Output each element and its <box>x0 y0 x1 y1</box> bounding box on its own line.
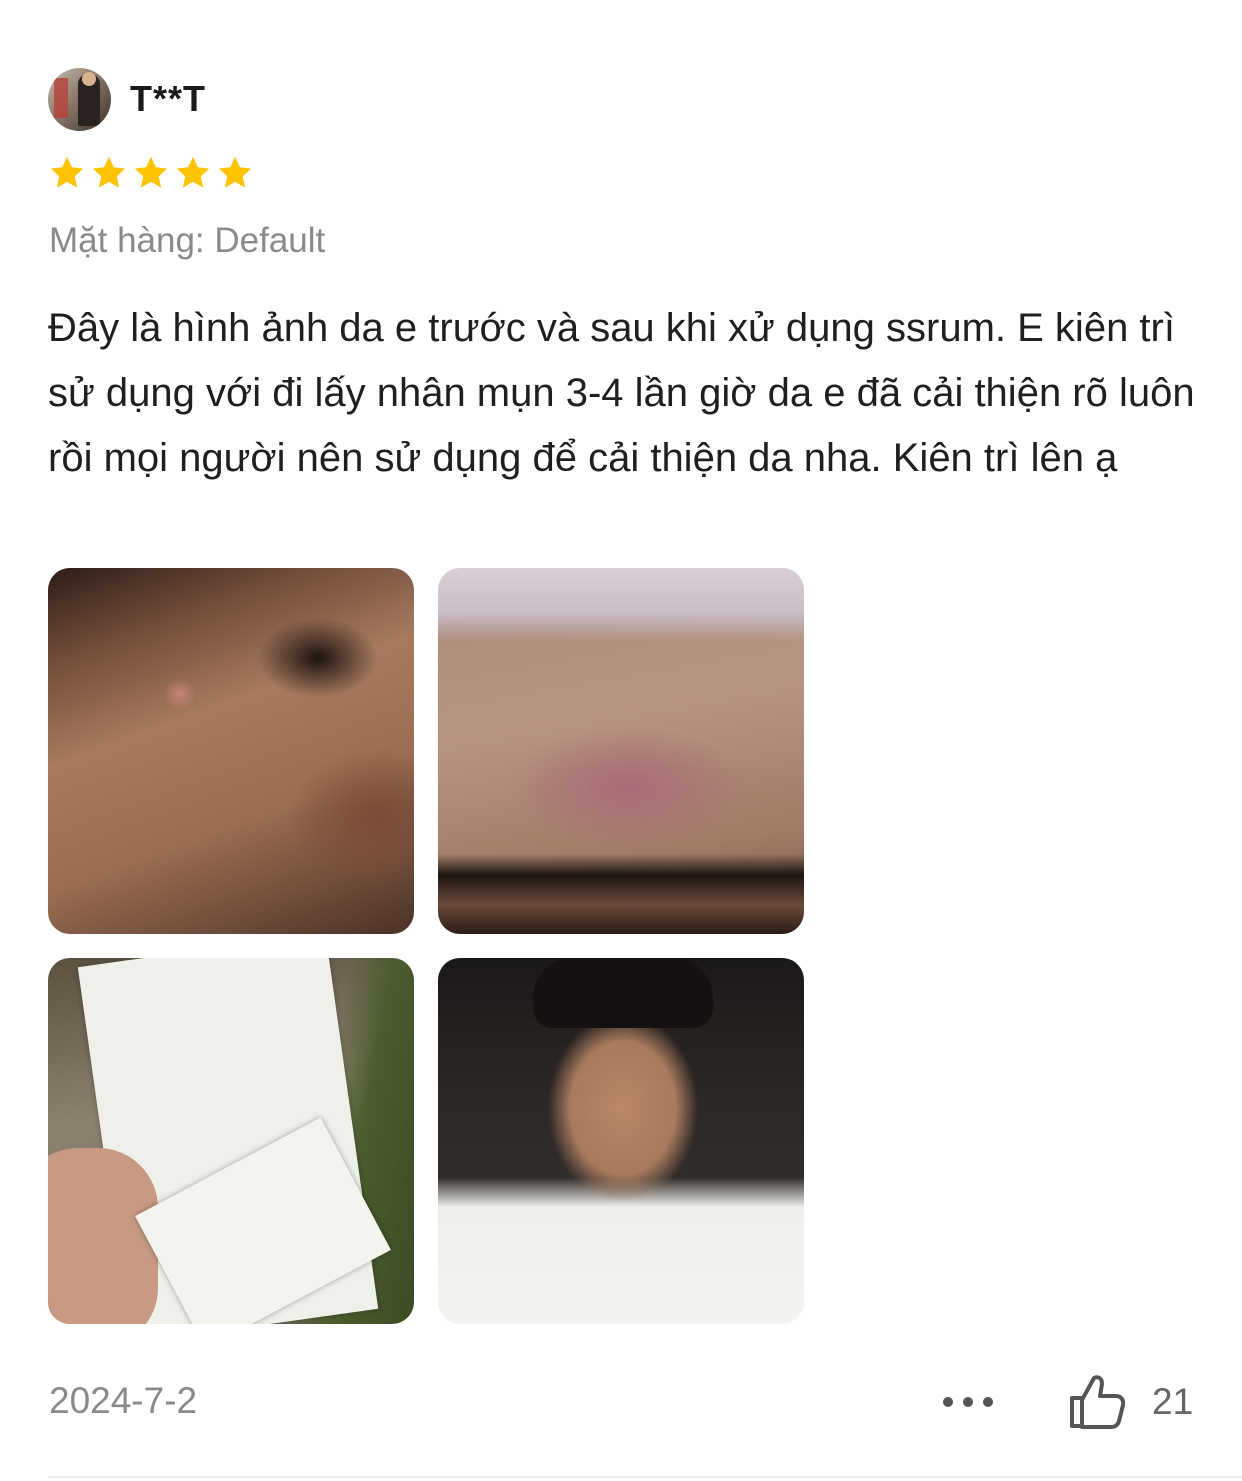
star-icon <box>92 156 126 188</box>
review-photo-3[interactable] <box>48 958 414 1324</box>
star-icon <box>134 156 168 188</box>
avatar-face <box>82 72 96 86</box>
review-photo-1[interactable] <box>48 568 414 934</box>
star-rating <box>48 154 254 192</box>
avatar-detail <box>54 78 68 118</box>
review-photo-2[interactable] <box>438 568 804 934</box>
variant-label: Mặt hàng: Default <box>49 221 326 260</box>
star-icon <box>176 156 210 188</box>
more-icon[interactable] <box>938 1392 998 1412</box>
photo-hair <box>533 958 713 1028</box>
star-icon <box>218 156 252 188</box>
divider <box>48 1476 1242 1478</box>
review-date: 2024-7-2 <box>49 1380 198 1421</box>
review-photo-4[interactable] <box>438 958 804 1324</box>
thumbs-up-icon[interactable] <box>1066 1370 1130 1434</box>
like-count: 21 <box>1152 1381 1194 1422</box>
username[interactable]: T**T <box>130 78 206 120</box>
user-avatar[interactable] <box>48 68 111 131</box>
review-card: T**T Mặt hàng: Default Đây là hình ảnh d… <box>0 0 1242 1481</box>
review-text: Đây là hình ảnh da e trước và sau khi xử… <box>48 306 1195 480</box>
photo-hand <box>48 1148 158 1324</box>
star-icon <box>50 156 84 188</box>
